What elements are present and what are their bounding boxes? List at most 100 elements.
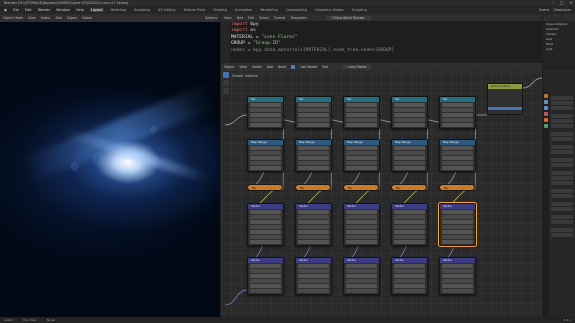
node-field[interactable] (346, 123, 377, 127)
map-range-node-header[interactable]: Map Range (296, 140, 331, 145)
outliner-item[interactable]: Lens (546, 38, 572, 42)
property-field[interactable] (551, 181, 573, 185)
property-field[interactable] (551, 163, 573, 167)
vector-node-header[interactable]: Vector (392, 204, 427, 209)
view-layer-selector[interactable]: ViewLayer (554, 8, 572, 12)
node-field[interactable] (394, 123, 425, 127)
menu-edit[interactable]: Edit (25, 8, 32, 12)
node-field[interactable] (298, 113, 329, 117)
texture-node-header[interactable]: Tex (296, 97, 331, 102)
node-field[interactable] (346, 225, 377, 229)
vector-node[interactable]: Vector (391, 203, 428, 246)
node-field[interactable] (394, 161, 425, 165)
text-menu-templates[interactable]: Templates (290, 16, 306, 20)
node-field[interactable] (346, 151, 377, 155)
node-field[interactable] (298, 118, 329, 122)
vector-node-header[interactable]: Vector (440, 258, 475, 263)
node-field[interactable] (298, 225, 329, 229)
outliner-item[interactable]: Scene Collection (546, 23, 572, 27)
vector-node[interactable]: Vector (295, 257, 332, 295)
tab-scripting[interactable]: Scripting (351, 8, 368, 12)
menu-help[interactable]: Help (76, 8, 84, 12)
text-menu-select[interactable]: Select (259, 16, 269, 20)
node-field[interactable] (394, 166, 425, 170)
menu-window[interactable]: Window (56, 8, 70, 12)
node-field[interactable] (346, 103, 377, 107)
render-tab-icon[interactable] (544, 100, 548, 104)
vector-node-header[interactable]: Vector (344, 204, 379, 209)
node-field[interactable] (394, 274, 425, 278)
node-field[interactable] (442, 235, 473, 239)
node-field[interactable] (394, 220, 425, 224)
blender-logo-icon[interactable]: ◉ (4, 8, 7, 12)
node-field[interactable] (298, 123, 329, 127)
menu-render[interactable]: Render (38, 8, 50, 12)
output-tab-icon[interactable] (544, 106, 548, 110)
mode-selector[interactable]: Object Mode (3, 16, 23, 20)
node-field[interactable] (346, 146, 377, 150)
node-field[interactable] (442, 146, 473, 150)
node-field[interactable] (394, 146, 425, 150)
vector-node-header[interactable]: Vector (392, 258, 427, 263)
tab-layout[interactable]: Layout (89, 8, 104, 12)
texture-node[interactable]: Tex (247, 96, 284, 129)
node-field[interactable] (250, 161, 281, 165)
property-field[interactable] (551, 189, 573, 193)
scene-selector[interactable]: Scene (539, 8, 549, 12)
node-field[interactable] (442, 103, 473, 107)
object-tab-icon[interactable] (544, 118, 548, 122)
node-field[interactable] (394, 103, 425, 107)
node-field[interactable] (250, 156, 281, 160)
map-range-node[interactable]: Map Range (295, 139, 332, 172)
node-field[interactable] (298, 264, 329, 268)
node-field[interactable] (394, 269, 425, 273)
node-field[interactable] (250, 210, 281, 214)
tab-compositing[interactable]: Compositing (285, 8, 308, 12)
vector-node[interactable]: Vector (247, 203, 284, 246)
node-field[interactable] (394, 235, 425, 239)
node-field[interactable] (298, 230, 329, 234)
orientation-selector[interactable]: Global (82, 16, 92, 20)
node-field[interactable] (346, 264, 377, 268)
node-field[interactable] (298, 240, 329, 244)
text-menu-edit[interactable]: Edit (248, 16, 254, 20)
node-field[interactable] (346, 210, 377, 214)
mix-node[interactable]: Mix (439, 184, 475, 191)
outliner-item[interactable]: Plane (546, 43, 572, 47)
node-field[interactable] (346, 118, 377, 122)
node-field[interactable] (346, 284, 377, 288)
property-field[interactable] (551, 215, 573, 219)
vector-node-header[interactable]: Vector (296, 258, 331, 263)
node-field[interactable] (442, 230, 473, 234)
node-field[interactable] (298, 289, 329, 293)
property-field[interactable] (551, 176, 573, 180)
node-field[interactable] (250, 284, 281, 288)
property-field[interactable] (551, 207, 573, 211)
node-field[interactable] (346, 108, 377, 112)
node-field[interactable] (442, 279, 473, 283)
outliner-item[interactable]: Camera (546, 33, 572, 37)
node-field[interactable] (346, 240, 377, 244)
vector-node[interactable]: Vector (343, 203, 380, 246)
node-field[interactable] (394, 264, 425, 268)
vector-node[interactable]: Vector (439, 257, 476, 295)
property-field[interactable] (551, 137, 573, 141)
node-field[interactable] (250, 289, 281, 293)
property-field[interactable] (551, 106, 573, 110)
node-field[interactable] (298, 146, 329, 150)
node-field[interactable] (250, 264, 281, 268)
node-field[interactable] (442, 118, 473, 122)
node-field[interactable] (346, 166, 377, 170)
node-field[interactable] (250, 230, 281, 234)
node-field[interactable] (298, 235, 329, 239)
node-field[interactable] (442, 264, 473, 268)
node-field[interactable] (346, 230, 377, 234)
vector-node[interactable]: Vector (247, 257, 284, 295)
options-dropdown[interactable]: Options (205, 16, 217, 20)
node-field[interactable] (298, 279, 329, 283)
mix-node[interactable]: Mix (391, 184, 427, 191)
node-field[interactable] (250, 279, 281, 283)
node-field[interactable] (250, 146, 281, 150)
node-field[interactable] (394, 225, 425, 229)
node-field[interactable] (250, 151, 281, 155)
